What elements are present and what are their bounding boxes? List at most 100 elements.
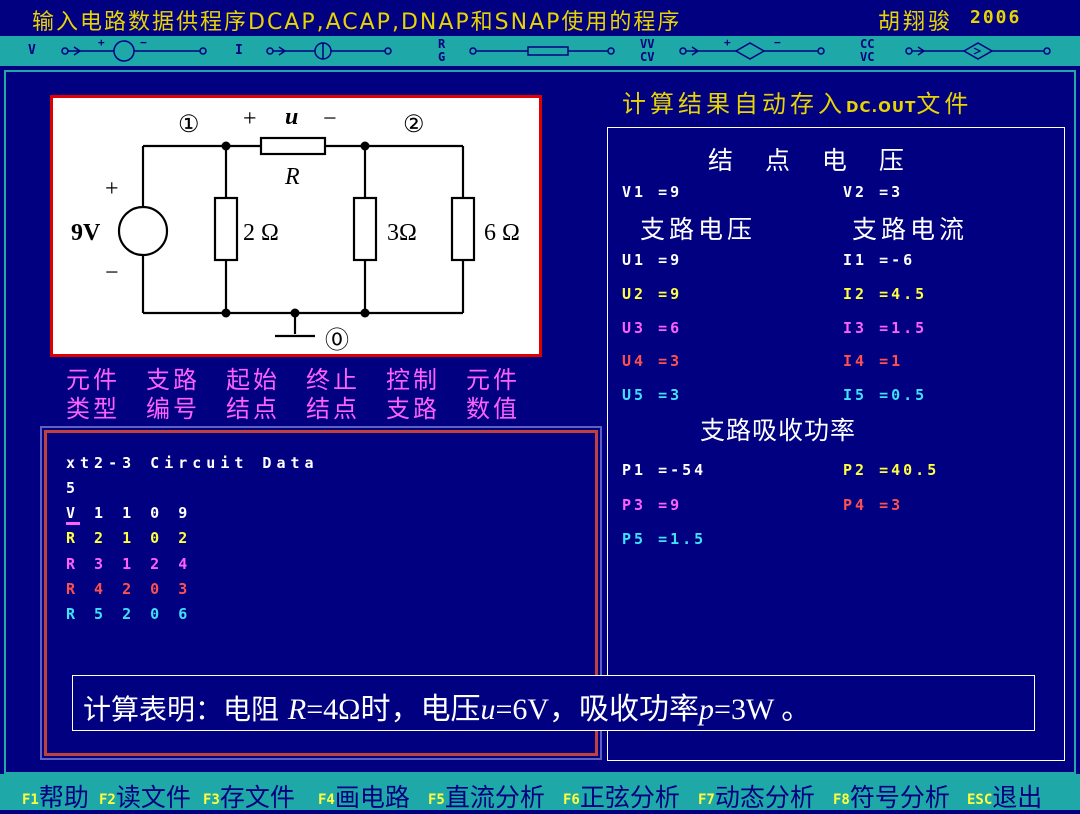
data-element-count[interactable]: 5 (66, 479, 80, 497)
field-label-branch: 支路 (146, 366, 200, 394)
fkey-save-file[interactable]: F3存文件 (203, 778, 295, 814)
cccs-label: CC VC (860, 37, 875, 64)
node-dot-bottom-right (360, 308, 370, 318)
branch-current-i3: I3 =1.5 (843, 319, 928, 337)
voltage-u-label: u (285, 104, 298, 130)
field-label-element-value: 元件 (466, 366, 520, 394)
voltage-source-tool[interactable]: V + − (20, 36, 210, 66)
fkey-sine-analysis[interactable]: F6正弦分析 (563, 778, 680, 814)
data-line-2[interactable]: R 2 1 0 2 (66, 529, 192, 547)
fkey-dynamic-label: 动态分析 (714, 783, 815, 812)
resistor-tool[interactable]: R G (438, 36, 618, 66)
field-label-start: 起始 (226, 366, 280, 394)
branch-current-i4: I4 =1 (843, 352, 904, 370)
node-voltage-v2: V2 =3 (843, 183, 904, 201)
voltage-source-icon: + − (61, 36, 207, 62)
fkey-draw-key: F4 (318, 792, 335, 808)
field-label-start-node: 结点 (226, 395, 280, 423)
fkey-help-label: 帮助 (38, 783, 89, 812)
svg-text:+: + (98, 36, 105, 49)
branch-voltage-u4: U4 =3 (622, 352, 683, 370)
branch-current-title: 支路电流 (852, 215, 969, 244)
power-title: 支路吸收功率 (700, 416, 857, 445)
branch-voltage-u1: U1 =9 (622, 251, 683, 269)
field-label-element: 元件 (66, 366, 120, 394)
data-line-4[interactable]: R 4 2 0 3 (66, 580, 192, 598)
branch-current-i5: I5 =0.5 (843, 386, 928, 404)
cccs-tool[interactable]: CC VC (860, 36, 1060, 66)
fkey-exit[interactable]: ESC退出 (967, 778, 1042, 814)
fkey-help-key: F1 (22, 792, 39, 808)
conclusion-note: 计算表明：电阻 R=4Ω时，电压u=6V，吸收功率p=3W 。 (72, 675, 1035, 731)
resistor-label: R G (438, 37, 446, 64)
svg-text:+: + (724, 36, 731, 49)
title-bar: 输入电路数据供程序DCAP,ACAP,DNAP和SNAP使用的程序 胡翔骏 20… (0, 0, 1080, 35)
results-header-file: DC.OUT (846, 98, 917, 116)
branch-voltage-u2: U2 =9 (622, 285, 683, 303)
note-u-symbol: u (480, 693, 496, 726)
fkey-symbolic-analysis[interactable]: F8符号分析 (833, 778, 950, 814)
fkey-help[interactable]: F1帮助 (22, 778, 89, 814)
fkey-dynamic-key: F7 (698, 792, 715, 808)
data-line-1[interactable]: V 1 1 0 9 (66, 504, 192, 522)
resistor-icon (469, 46, 615, 56)
fkey-read-file[interactable]: F2读文件 (99, 778, 191, 814)
branch-voltage-title: 支路电压 (640, 215, 757, 244)
data-line-3[interactable]: R 3 1 2 4 (66, 555, 192, 573)
voltage-minus-label: − (323, 106, 337, 132)
note-prefix: 计算表明：电阻 (83, 693, 288, 726)
resistor-2-label: 2 Ω (243, 220, 279, 246)
note-p-symbol: p (699, 693, 715, 726)
power-p4: P4 =3 (843, 496, 904, 514)
resistor-6-label: 6 Ω (484, 220, 520, 246)
branch-voltage-u3: U3 =6 (622, 319, 683, 337)
branch-voltage-u5: U5 =3 (622, 386, 683, 404)
current-source-label: I (235, 43, 243, 58)
node-voltage-v1: V1 =9 (622, 183, 683, 201)
source-plus-label: + (105, 176, 119, 202)
data-line-5[interactable]: R 5 2 0 6 (66, 605, 192, 623)
results-header: 计算结果自动存入DC.OUT文件 (622, 84, 972, 119)
node-voltage-title: 结 点 电 压 (708, 146, 916, 175)
fkey-sine-label: 正弦分析 (579, 783, 680, 812)
note-u-value: =6V，吸收功率 (495, 693, 700, 726)
text-cursor (66, 522, 80, 525)
node-dot-ground (290, 308, 300, 318)
vcvs-tool[interactable]: VV CV + − (640, 36, 840, 66)
fkey-save-label: 存文件 (219, 783, 295, 812)
vcvs-label: VV CV (640, 37, 655, 64)
svg-text:−: − (774, 36, 781, 49)
field-label-number: 编号 (146, 395, 200, 423)
branch-current-i1: I1 =-6 (843, 251, 916, 269)
fkey-dc-key: F5 (428, 792, 445, 808)
data-file-title: xt2-3 Circuit Data (66, 454, 319, 472)
power-p2: P2 =40.5 (843, 461, 940, 479)
note-p-value: =3W 。 (714, 693, 812, 726)
voltage-plus-label: + (243, 106, 257, 132)
power-p5: P5 =1.5 (622, 530, 707, 548)
fkey-exit-key: ESC (967, 792, 993, 808)
fkey-dynamic-analysis[interactable]: F7动态分析 (698, 778, 815, 814)
current-source-tool[interactable]: I (235, 36, 415, 66)
field-label-end: 终止 (306, 366, 360, 394)
results-header-suffix: 文件 (916, 90, 973, 118)
fkey-dc-analysis[interactable]: F5直流分析 (428, 778, 545, 814)
fkey-symbolic-label: 符号分析 (849, 783, 950, 812)
title-year: 2006 (970, 7, 1022, 28)
fkey-save-key: F3 (203, 792, 220, 808)
author-name: 胡翔骏 (878, 10, 954, 35)
svg-text:−: − (140, 36, 147, 49)
fkey-draw-circuit[interactable]: F4画电路 (318, 778, 410, 814)
note-r-symbol: R (287, 693, 307, 726)
resistor-3-label: 3Ω (387, 220, 417, 246)
fkey-symbolic-key: F8 (833, 792, 850, 808)
symbol-toolbar: V + − I R G VV CV + − CC VC (0, 36, 1080, 66)
node-0-label: ⓪ (325, 327, 349, 354)
node-dot-bottom-left (221, 308, 231, 318)
power-p3: P3 =9 (622, 496, 683, 514)
field-label-value: 数值 (466, 395, 520, 423)
fkey-read-label: 读文件 (115, 783, 191, 812)
power-p1: P1 =-54 (622, 461, 707, 479)
voltage-source-label: V (28, 43, 36, 58)
source-minus-label: − (105, 260, 119, 286)
